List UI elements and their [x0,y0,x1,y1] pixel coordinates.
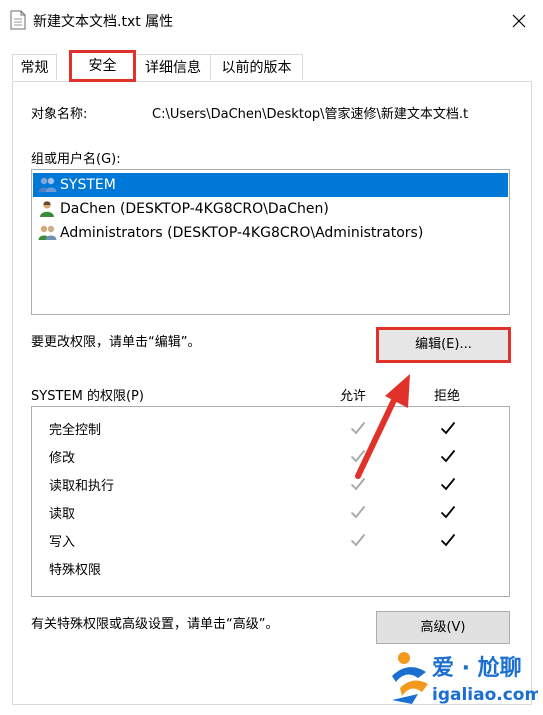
check-icon [440,533,456,547]
object-name-label: 对象名称: [31,107,88,122]
user-group-icon [38,225,57,240]
permissions-list: 完全控制 修改 读取和执行 读取 写入 特殊权限 [31,406,510,597]
advanced-button[interactable]: 高级(V) [376,611,510,644]
check-icon [440,421,456,435]
permission-name: 修改 [49,451,76,466]
user-name: DaChen (DESKTOP-4KG8CRO\DaChen) [60,201,329,217]
watermark-domain: igaliao.com [432,685,538,705]
permission-row: 读取和执行 [32,470,509,498]
permission-row: 特殊权限 [32,554,509,582]
permission-row: 读取 [32,498,509,526]
advanced-hint: 有关特殊权限或高级设置，请单击“高级”。 [31,617,279,632]
permission-name: 完全控制 [49,423,102,438]
tab-security[interactable]: 安全 [69,50,136,82]
user-icon [40,201,54,217]
tab-strip: 常规 安全 详细信息 以前的版本 [12,50,532,82]
user-name: Administrators (DESKTOP-4KG8CRO\Administ… [60,225,424,241]
list-item[interactable]: Administrators (DESKTOP-4KG8CRO\Administ… [33,221,508,245]
watermark-logo: 爱 · 尬聊 igaliao.com [392,652,538,705]
list-item[interactable]: DaChen (DESKTOP-4KG8CRO\DaChen) [33,197,508,221]
close-button[interactable] [508,10,530,32]
check-icon [350,533,366,547]
permission-row: 完全控制 [32,414,509,442]
deny-header: 拒绝 [434,389,461,404]
window-title: 新建文本文档.txt 属性 [33,14,174,30]
close-icon[interactable] [508,10,530,32]
check-icon [350,505,366,519]
list-item[interactable]: SYSTEM [33,173,508,197]
edit-button[interactable]: 编辑(E)... [376,327,511,363]
user-listbox[interactable]: SYSTEM DaChen (DESKTOP-4KG8CRO\DaChen) A… [31,169,510,315]
annotation-arrow-icon [355,374,410,479]
check-icon [440,477,456,491]
watermark-brand: 爱 · 尬聊 [432,655,522,681]
permissions-title: SYSTEM 的权限(P) [31,389,144,404]
groups-label: 组或用户名(G): [31,152,121,167]
permission-row: 修改 [32,442,509,470]
text-file-icon [10,10,26,30]
user-name: SYSTEM [60,177,116,193]
change-hint: 要更改权限，请单击“编辑”。 [31,335,201,350]
permission-name: 特殊权限 [49,563,102,578]
permission-row: 写入 [32,526,509,554]
tab-details[interactable]: 详细信息 [135,54,211,80]
permission-name: 读取和执行 [49,479,115,494]
user-group-icon [38,177,57,192]
object-name-value: C:\Users\DaChen\Desktop\管家速修\新建文本文档.t [152,107,469,122]
permission-name: 读取 [49,507,76,522]
tab-general[interactable]: 常规 [12,54,57,80]
check-icon [440,449,456,463]
check-icon [440,505,456,519]
tab-previous-versions[interactable]: 以前的版本 [210,54,303,80]
title-bar: 新建文本文档.txt 属性 [0,0,543,40]
permission-name: 写入 [49,535,76,550]
